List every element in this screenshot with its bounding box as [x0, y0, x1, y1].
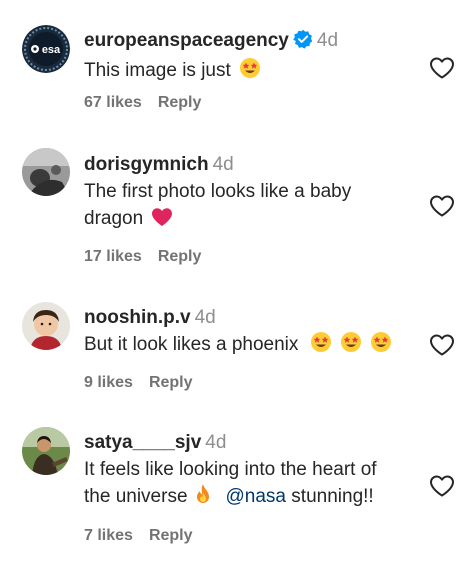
comment-meta: 17 likes Reply — [84, 248, 201, 266]
avatar-photo-icon — [22, 427, 70, 475]
like-heart-icon[interactable] — [429, 56, 455, 80]
like-heart-icon[interactable] — [429, 194, 455, 218]
avatar[interactable]: esa — [22, 25, 70, 73]
avatar[interactable] — [22, 148, 70, 196]
comment-username[interactable]: europeanspaceagency — [84, 30, 289, 51]
star-struck-emoji — [340, 331, 362, 361]
reply-button[interactable]: Reply — [158, 248, 202, 265]
esa-logo-icon: esa — [22, 25, 70, 73]
likes-count[interactable]: 67 likes — [84, 94, 142, 111]
likes-count[interactable]: 7 likes — [84, 527, 133, 544]
comment-text-line: the universe — [84, 486, 188, 507]
comment-text: This image is just — [84, 60, 231, 81]
avatar[interactable] — [22, 302, 70, 350]
like-heart-icon[interactable] — [429, 333, 455, 357]
star-struck-emoji — [239, 57, 261, 87]
reply-button[interactable]: Reply — [149, 527, 193, 544]
comment-text-line: stunning!! — [291, 486, 374, 507]
comment-meta: 9 likes Reply — [84, 374, 193, 392]
comment-timestamp: 4d — [212, 154, 234, 175]
comment-meta: 67 likes Reply — [84, 94, 201, 112]
likes-count[interactable]: 9 likes — [84, 374, 133, 391]
red-heart-emoji — [151, 207, 173, 235]
reply-button[interactable]: Reply — [158, 94, 202, 111]
comment-text-line: dragon — [84, 208, 144, 229]
comment-timestamp: 4d — [316, 30, 339, 51]
fire-emoji — [194, 483, 212, 513]
mention-link[interactable]: @nasa — [226, 486, 287, 507]
reply-button[interactable]: Reply — [149, 374, 193, 391]
avatar-photo-icon — [22, 302, 70, 350]
verified-badge-icon — [293, 29, 313, 57]
comment-username[interactable]: satya____sjv — [84, 432, 201, 453]
star-struck-emoji — [370, 331, 392, 361]
comment-text: But it look likes a phoenix — [84, 334, 299, 355]
comment-username[interactable]: dorisgymnich — [84, 154, 209, 175]
star-struck-emoji — [310, 331, 332, 361]
comment-timestamp: 4d — [205, 432, 227, 453]
comment-timestamp: 4d — [194, 307, 216, 328]
comment-meta: 7 likes Reply — [84, 527, 193, 545]
like-heart-icon[interactable] — [429, 474, 455, 498]
avatar-photo-icon — [22, 148, 70, 196]
comment-username[interactable]: nooshin.p.v — [84, 307, 191, 328]
comment-text-line: It feels like looking into the heart of — [84, 459, 377, 480]
comment-text-line: The first photo looks like a baby — [84, 181, 352, 202]
avatar[interactable] — [22, 427, 70, 475]
likes-count[interactable]: 17 likes — [84, 248, 142, 265]
avatar-logo-text: esa — [42, 44, 61, 56]
